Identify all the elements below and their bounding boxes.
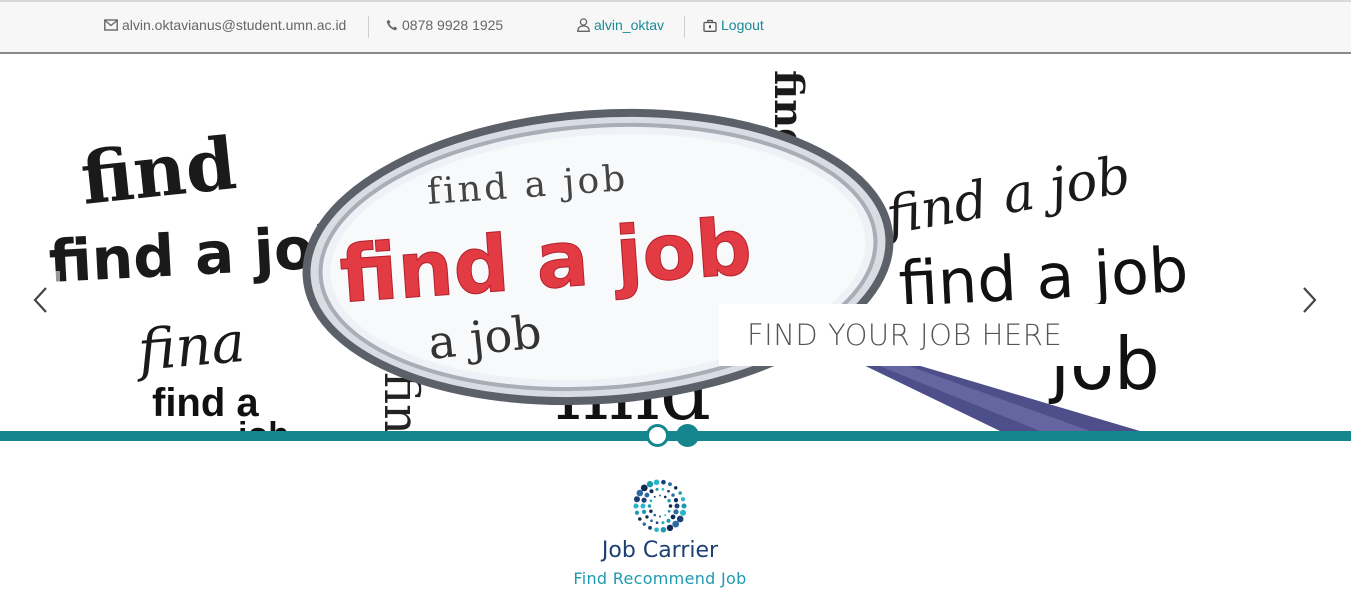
logo-dot [663,495,667,499]
logo-dot [660,526,667,533]
phone-text: 0878 9928 1925 [402,17,504,33]
logo-dot [633,496,640,503]
bg-word: find [77,120,240,221]
divider [368,16,369,38]
logo-dot [681,503,687,509]
logo-dot [648,525,652,530]
divider [684,16,685,38]
logo-dot [678,491,682,495]
logo-dot [650,519,653,523]
chevron-left-icon [32,286,48,319]
bg-word: job [237,416,289,431]
hero-slider: find find a job fina find a job find a j… [0,54,1351,431]
logo-dot [645,515,649,519]
logo-dot [646,480,654,488]
logo-dot [661,487,665,491]
logo-dot [633,503,639,509]
logo-dot [653,513,657,517]
logo-dot [641,497,647,503]
phone-contact: 0878 9928 1925 [386,17,503,33]
logo-dot [647,504,652,508]
slider-next-button[interactable] [1290,271,1330,333]
logo-dot [661,479,666,485]
email-text: alvin.oktavianus@student.umn.ac.id [122,17,347,33]
logo-dot [680,497,686,502]
logo-dot [664,514,667,517]
logo-dot [642,522,646,526]
logo-dot [668,504,673,508]
logout-icon [703,19,717,32]
logo-dot [640,484,648,492]
logo-dot [659,494,661,497]
logo-dot [641,509,647,514]
logo-dot [666,524,674,532]
logo-dot [638,517,642,521]
username-link[interactable]: alvin_oktav [594,17,664,33]
logo-dot [676,515,684,523]
logo-dot [680,509,687,516]
email-contact: alvin.oktavianus@student.umn.ac.id [104,17,346,33]
logo-dot [640,503,646,509]
bg-word: fina [132,310,248,384]
logo-dot [649,509,653,513]
logo-dot [667,489,670,493]
logo-dot [655,521,659,525]
logo-title: Job Carrier [601,538,719,563]
logo-dot [673,509,679,515]
user-profile-link[interactable]: alvin_oktav [577,17,664,33]
logo-dot [668,482,672,487]
logo-dot [670,514,676,520]
logout-link[interactable]: Logout [703,17,764,33]
slide-caption: FIND YOUR JOB HERE [719,304,1111,366]
logo-dot [672,520,680,528]
slider-prev-button[interactable] [20,271,60,333]
logo-dot [653,495,656,498]
logo-dot [667,509,671,513]
logo-dot [655,487,659,491]
logo-dot [661,521,665,525]
slider-dot-1[interactable] [646,424,669,447]
top-bar: alvin.oktavianus@student.umn.ac.id 0878 … [0,0,1351,54]
logo-dot [649,499,653,503]
logo-dot [671,493,675,497]
slider-dot-2-active[interactable] [676,424,699,447]
logo-dot [667,499,671,503]
logo-subtitle: Find Recommend Job [573,569,747,588]
chevron-right-icon [1302,286,1318,319]
dotted-circle-logo-icon [633,479,687,533]
site-logo[interactable]: Job Carrier Find Recommend Job [560,478,760,598]
logo-dot [644,492,650,498]
logout-label[interactable]: Logout [721,17,764,33]
bg-word: find a job [878,145,1135,248]
phone-icon [386,19,398,31]
logo-dot [653,479,660,486]
logo-dot [654,527,659,533]
logo-dot [674,503,680,509]
envelope-icon [104,19,118,31]
logo-dot [659,515,661,518]
logo-dot [674,486,678,490]
logo-dot [636,489,644,497]
logo-dot [634,510,640,515]
user-icon [577,18,590,32]
logo-dot [673,498,679,503]
logo-dot [649,489,654,494]
find-a-job-slide-image: find find a job fina find a job find a j… [47,70,1190,431]
logo-dot [666,518,671,523]
